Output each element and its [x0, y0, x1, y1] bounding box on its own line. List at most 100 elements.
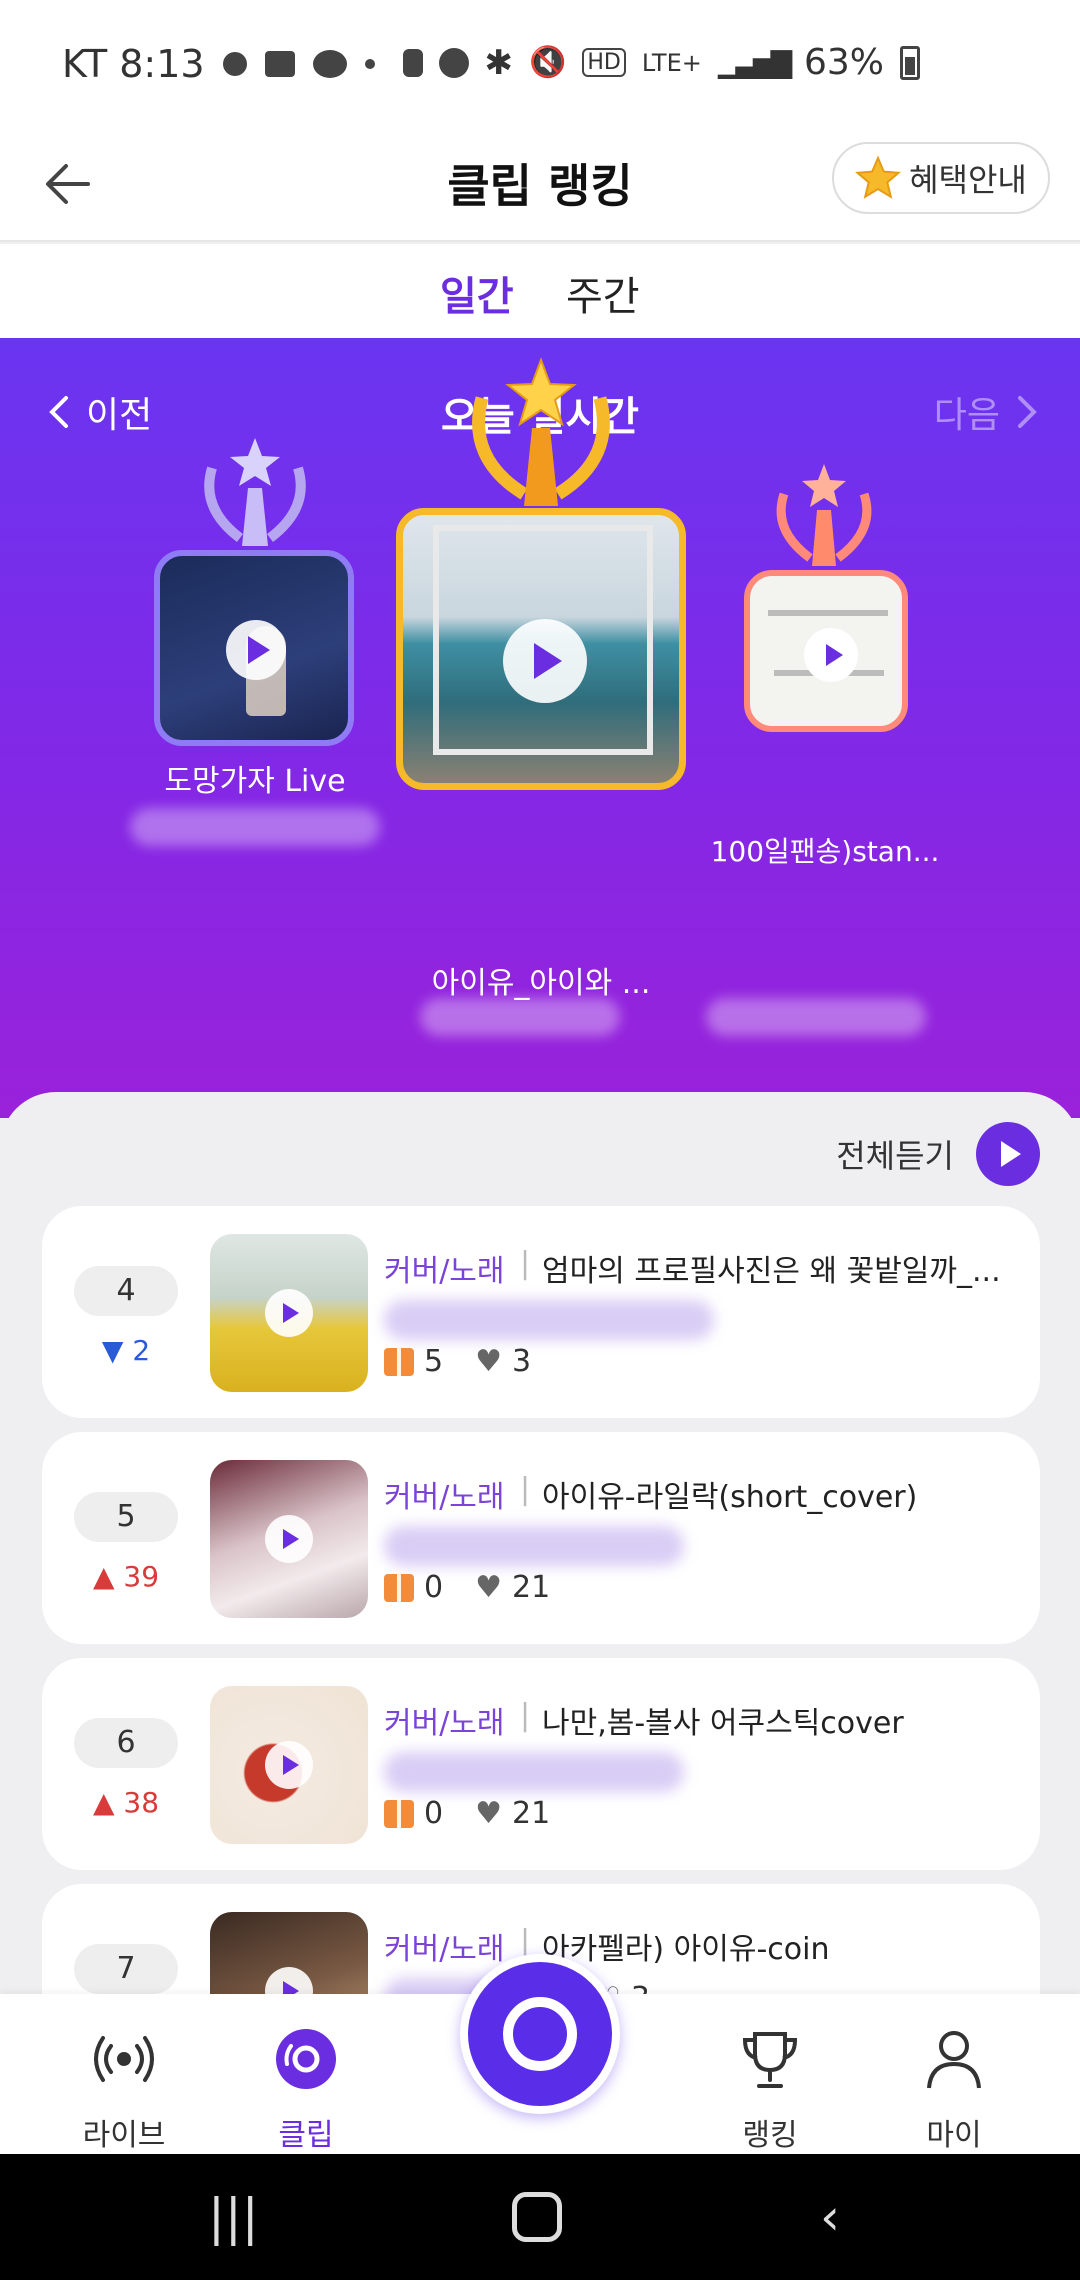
next-label: 다음	[933, 395, 1000, 436]
rank-2-thumbnail[interactable]	[154, 550, 354, 746]
list-item[interactable]: 5 ▲ 39 커버/노래 | 아이유-라일락(short_cover) 0 ♥ …	[42, 1432, 1040, 1644]
clip-title: 아카펠라) 아이유-coin	[542, 1932, 830, 1967]
divider: |	[520, 1698, 531, 1733]
clip-thumbnail[interactable]	[210, 1460, 368, 1618]
status-left: KT 8:13	[62, 42, 375, 86]
battery-icon	[900, 45, 920, 80]
gift-icon	[384, 1573, 414, 1602]
clip-title: 나만,봄-볼사 어쿠스틱cover	[542, 1706, 904, 1741]
clip-stats: 0 ♥ 21	[384, 1570, 550, 1605]
recent-apps-icon[interactable]: |||	[208, 2188, 259, 2246]
benefit-button[interactable]: 혜택안내	[832, 142, 1050, 214]
gift-icon	[384, 1799, 414, 1828]
rank-1-thumbnail[interactable]	[396, 508, 686, 790]
rank-3-play-button[interactable]	[804, 628, 858, 682]
rank-change: ▼ 2	[74, 1334, 178, 1367]
rank-2-play-button[interactable]	[226, 620, 286, 680]
rank-2-title: 도망가자 Live	[164, 764, 346, 799]
clip-category: 커버/노래	[384, 1706, 505, 1741]
divider: |	[520, 1472, 531, 1507]
heart-icon: ♥	[475, 1796, 502, 1831]
clip-disc-icon	[276, 2029, 336, 2089]
heart-icon: ♥	[475, 1570, 502, 1605]
clip-stats: 5 ♥ 3	[384, 1344, 531, 1379]
system-nav-bar: ||| ‹	[0, 2154, 1080, 2280]
top-rank-1-card[interactable]: 아이유_아이와 ...	[396, 348, 686, 1001]
nav-my[interactable]: 마이	[884, 2024, 1024, 2154]
ranking-list-sheet: 전체듣기 4 ▼ 2 커버/노래 | 엄마의 프로필사진은 왜 꽃밭일까_...…	[0, 1092, 1080, 2096]
talk-icon	[312, 50, 347, 78]
rank-3-thumbnail[interactable]	[744, 570, 908, 732]
carrier-time: KT 8:13	[62, 42, 205, 86]
rank-3-title: 100일팬송)stan...	[710, 835, 940, 868]
like-count: 21	[512, 1570, 551, 1605]
broadcast-icon	[94, 2036, 154, 2082]
hd-icon: HD	[582, 48, 626, 77]
like-count: 21	[512, 1796, 551, 1831]
system-back-icon[interactable]: ‹	[820, 2188, 840, 2246]
gift-count: 5	[424, 1344, 444, 1379]
gift-count: 0	[424, 1796, 444, 1831]
rank-1-title: 아이유_아이와 ...	[431, 966, 651, 1001]
nav-my-label: 마이	[926, 2118, 982, 2153]
play-all-label: 전체듣기	[836, 1137, 954, 1175]
clip-play-button[interactable]	[265, 1289, 313, 1337]
rank-change: ▲ 38	[74, 1786, 178, 1819]
rank-number: 6	[74, 1718, 178, 1768]
mute-icon: 🔇	[529, 45, 567, 80]
nav-clip-label: 클립	[278, 2118, 334, 2153]
clip-category: 커버/노래	[384, 1254, 505, 1289]
author-blur	[384, 1526, 684, 1566]
list-item[interactable]: 4 ▼ 2 커버/노래 | 엄마의 프로필사진은 왜 꽃밭일까_... 5 ♥ …	[42, 1206, 1040, 1418]
clip-play-button[interactable]	[265, 1741, 313, 1789]
home-icon[interactable]	[512, 2192, 562, 2242]
gift-count: 0	[424, 1570, 444, 1605]
gift-icon	[384, 1347, 414, 1376]
rank-change: ▲ 39	[74, 1560, 178, 1593]
rank-2-author-blur	[130, 808, 380, 846]
nav-ranking-label: 랭킹	[742, 2118, 798, 2153]
clip-thumbnail[interactable]	[210, 1686, 368, 1844]
clip-category: 커버/노래	[384, 1480, 505, 1515]
rank-number: 7	[74, 1944, 178, 1994]
tab-daily[interactable]: 일간	[440, 264, 514, 344]
pill-icon	[217, 47, 252, 81]
status-bar: KT 8:13 ✱ 🔇 HD LTE+ ▁▃▅▇ 63%	[0, 0, 1080, 130]
battery-saver-icon	[402, 48, 423, 77]
tab-weekly[interactable]: 주간	[566, 264, 640, 322]
author-blur	[384, 1752, 684, 1792]
person-icon	[927, 2031, 981, 2089]
benefit-label: 혜택안내	[909, 161, 1027, 199]
nav-live-label: 라이브	[82, 2118, 166, 2153]
play-all-button[interactable]: 전체듣기	[836, 1122, 1040, 1186]
up-arrow-icon: ▲	[92, 1786, 115, 1819]
silver-wreath-icon	[204, 438, 306, 546]
clip-stats: 0 ♥ 21	[384, 1796, 550, 1831]
clip-category: 커버/노래	[384, 1932, 505, 1967]
top-rank-3-card[interactable]: 100일팬송)stan...	[711, 456, 939, 868]
period-tabs: 일간 주간	[0, 244, 1080, 344]
gold-wreath-icon	[472, 357, 610, 506]
star-icon	[855, 155, 902, 199]
list-item[interactable]: 6 ▲ 38 커버/노래 | 나만,봄-볼사 어쿠스틱cover 0 ♥ 21	[42, 1658, 1040, 1870]
bluetooth-icon: ✱	[484, 42, 514, 83]
bronze-wreath-icon	[776, 464, 872, 566]
trophy-icon	[742, 2032, 798, 2088]
image-icon	[264, 51, 295, 77]
top-rank-2-card[interactable]: 도망가자 Live	[130, 428, 380, 848]
app-header: 클립 랭킹 혜택안내	[0, 130, 1080, 242]
rank-number: 5	[74, 1492, 178, 1542]
nav-ranking[interactable]: 랭킹	[700, 2024, 840, 2154]
next-button[interactable]: 다음	[934, 386, 1040, 438]
clip-play-button[interactable]	[265, 1515, 313, 1563]
rank-1-author-blur	[420, 998, 620, 1036]
clip-thumbnail[interactable]	[210, 1234, 368, 1392]
start-live-button[interactable]	[460, 1954, 620, 2114]
more-notifications-dot	[364, 59, 375, 69]
rank-3-handwriting	[768, 610, 888, 616]
nav-live[interactable]: 라이브	[54, 2024, 194, 2154]
rank-1-play-button[interactable]	[503, 619, 587, 703]
clip-title: 엄마의 프로필사진은 왜 꽃밭일까_...	[542, 1254, 1001, 1289]
network-label: LTE+	[641, 48, 702, 77]
nav-clip[interactable]: 클립	[236, 2024, 376, 2154]
